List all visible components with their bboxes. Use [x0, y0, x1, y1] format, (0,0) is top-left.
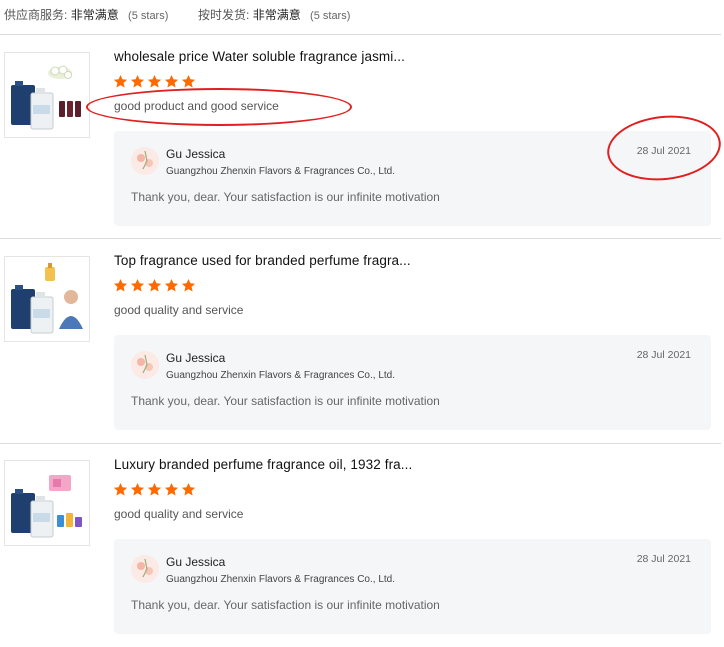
product-title[interactable]: Top fragrance used for branded perfume f…: [114, 253, 411, 268]
supplier-service-rating: 供应商服务: 非常满意 (5 stars): [4, 6, 168, 23]
star-rating: [113, 74, 196, 91]
review-comment: good quality and service: [114, 303, 244, 317]
star-icon: [181, 482, 196, 496]
product-title[interactable]: Luxury branded perfume fragrance oil, 19…: [114, 457, 412, 472]
reply-text: Thank you, dear. Your satisfaction is ou…: [131, 598, 440, 612]
product-image-icon: [11, 475, 82, 538]
star-icon: [147, 482, 162, 496]
product-thumbnail[interactable]: [4, 460, 90, 546]
avatar: [131, 351, 159, 379]
supplier-reply: Gu Jessica Guangzhou Zhenxin Flavors & F…: [114, 539, 711, 634]
star-icon: [147, 278, 162, 292]
supplier-service-value: 非常满意: [70, 8, 119, 22]
star-icon: [130, 74, 145, 88]
star-icon: [113, 278, 128, 292]
reply-date: 28 Jul 2021: [636, 349, 691, 361]
product-image-icon: [11, 263, 83, 334]
ontime-delivery-label: 按时发货:: [198, 8, 250, 22]
product-thumbnail[interactable]: [4, 52, 90, 138]
reply-author-name: Gu Jessica: [166, 351, 226, 365]
product-image-icon: [11, 65, 81, 130]
reply-author-name: Gu Jessica: [166, 555, 226, 569]
reply-text: Thank you, dear. Your satisfaction is ou…: [131, 190, 440, 204]
supplier-reply: Gu Jessica Guangzhou Zhenxin Flavors & F…: [114, 335, 711, 430]
product-thumbnail[interactable]: [4, 256, 90, 342]
review-card: Top fragrance used for branded perfume f…: [0, 239, 721, 444]
rating-summary-bar: 供应商服务: 非常满意 (5 stars) 按时发货: 非常满意 (5 star…: [0, 0, 724, 30]
reply-company-name: Guangzhou Zhenxin Flavors & Fragrances C…: [166, 166, 396, 177]
review-comment: good product and good service: [114, 99, 279, 113]
reply-company-name: Guangzhou Zhenxin Flavors & Fragrances C…: [166, 574, 396, 585]
supplier-service-stars-text: (5 stars): [128, 10, 169, 22]
avatar: [131, 555, 159, 583]
star-rating: [113, 482, 196, 499]
star-icon: [181, 74, 196, 88]
star-icon: [181, 278, 196, 292]
avatar-icon: [131, 351, 159, 379]
reply-date: 28 Jul 2021: [636, 145, 691, 157]
star-icon: [113, 74, 128, 88]
star-rating: [113, 278, 196, 295]
review-card: wholesale price Water soluble fragrance …: [0, 34, 721, 239]
ontime-delivery-value: 非常满意: [252, 8, 301, 22]
star-icon: [130, 278, 145, 292]
reply-company-name: Guangzhou Zhenxin Flavors & Fragrances C…: [166, 370, 396, 381]
star-icon: [147, 74, 162, 88]
avatar-icon: [131, 555, 159, 583]
avatar-icon: [131, 147, 159, 175]
review-card: Luxury branded perfume fragrance oil, 19…: [0, 443, 721, 647]
reply-text: Thank you, dear. Your satisfaction is ou…: [131, 394, 440, 408]
product-title[interactable]: wholesale price Water soluble fragrance …: [114, 49, 405, 64]
star-icon: [130, 482, 145, 496]
supplier-service-label: 供应商服务:: [4, 8, 68, 22]
ontime-delivery-stars-text: (5 stars): [310, 10, 351, 22]
reply-date: 28 Jul 2021: [636, 553, 691, 565]
supplier-reply: Gu Jessica Guangzhou Zhenxin Flavors & F…: [114, 131, 711, 226]
reply-author-name: Gu Jessica: [166, 147, 226, 161]
avatar: [131, 147, 159, 175]
star-icon: [164, 278, 179, 292]
star-icon: [164, 482, 179, 496]
star-icon: [113, 482, 128, 496]
review-comment: good quality and service: [114, 507, 244, 521]
ontime-delivery-rating: 按时发货: 非常满意 (5 stars): [198, 6, 350, 23]
star-icon: [164, 74, 179, 88]
